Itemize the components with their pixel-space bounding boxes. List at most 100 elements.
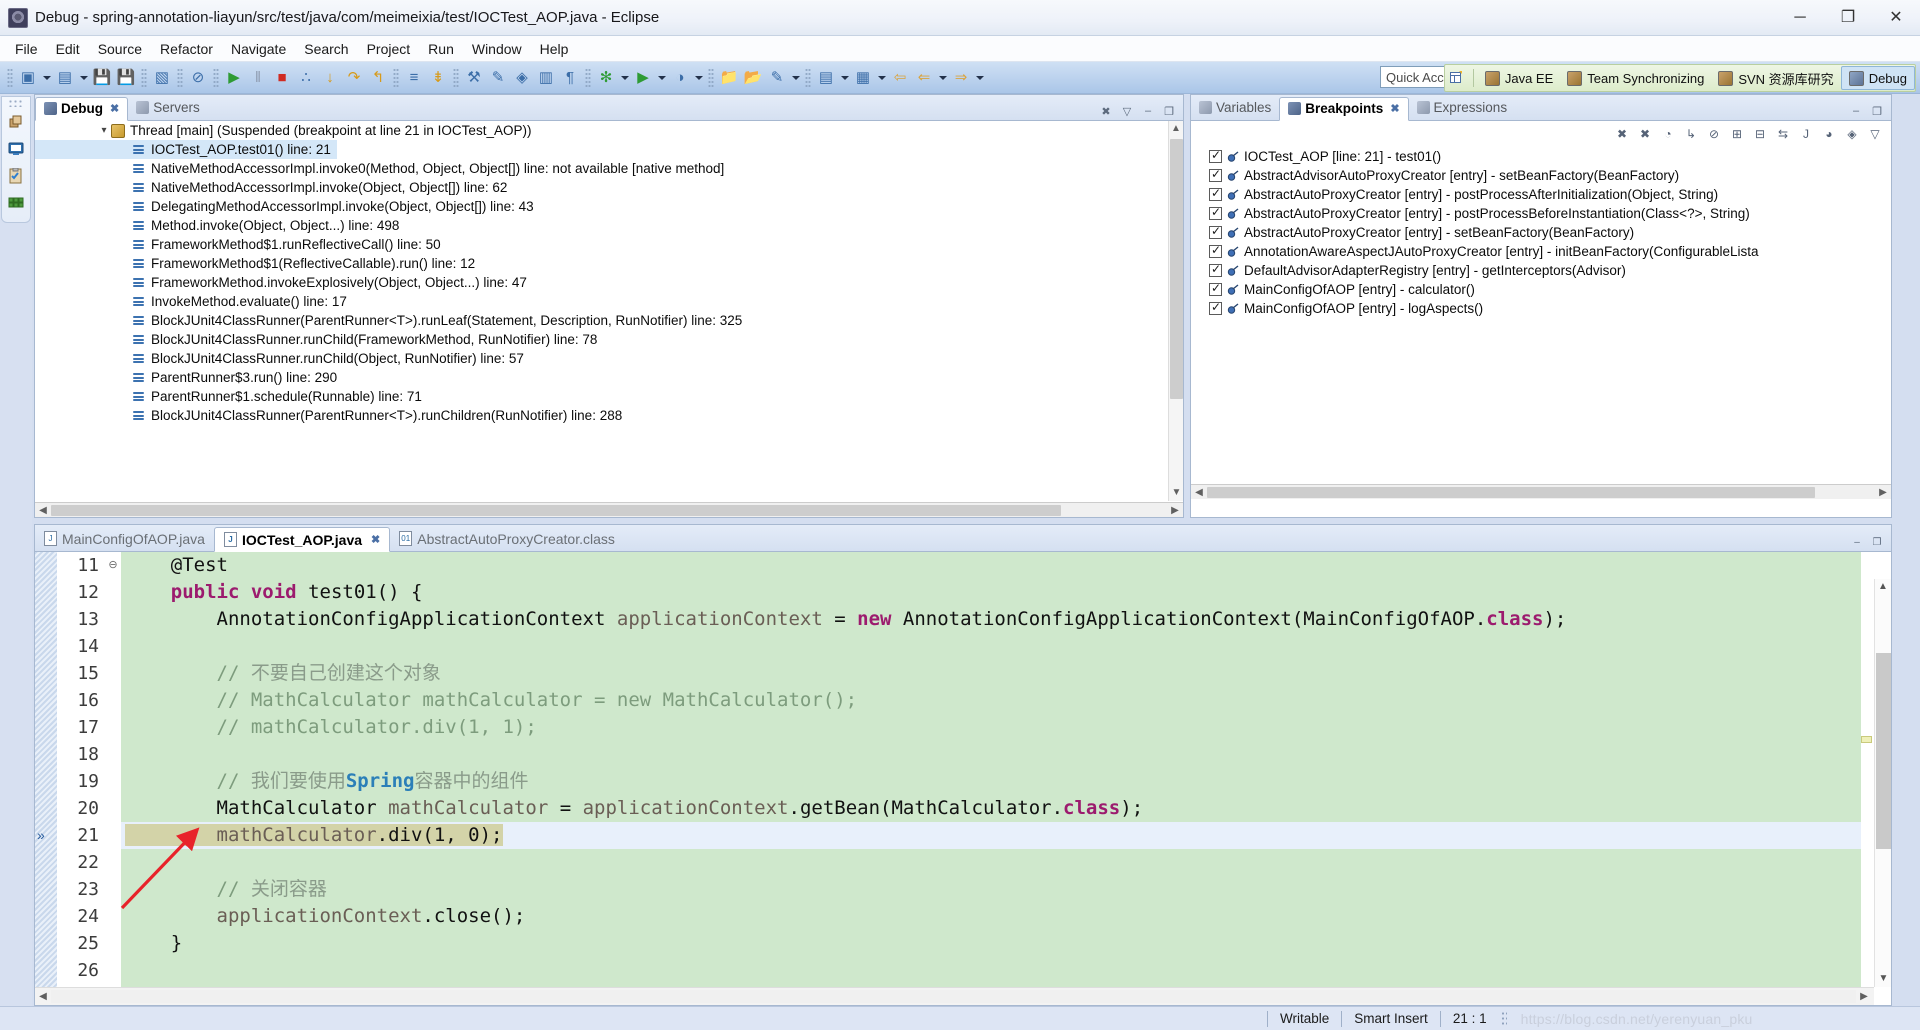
stack-frame-row[interactable]: DelegatingMethodAccessorImpl.invoke(Obje… xyxy=(35,197,1167,216)
minimize-icon[interactable]: – xyxy=(1848,533,1866,551)
menu-item-source[interactable]: Source xyxy=(89,38,151,60)
stack-frame-row[interactable]: Method.invoke(Object, Object...) line: 4… xyxy=(35,216,1167,235)
new-package-icon[interactable]: ◈ xyxy=(510,66,534,90)
editor-source-text[interactable]: @Test public void test01() { AnnotationC… xyxy=(121,552,1861,987)
scroll-left-arrow[interactable]: ◀ xyxy=(35,505,51,516)
breakpoint-types-icon[interactable]: ◈ xyxy=(1842,125,1862,143)
debug-stack-tree[interactable]: ▾ Thread [main] (Suspended (breakpoint a… xyxy=(35,121,1167,501)
breakpoint-row[interactable]: MainConfigOfAOP [entry] - logAspects() xyxy=(1191,299,1891,318)
menu-item-project[interactable]: Project xyxy=(358,38,420,60)
code-line[interactable] xyxy=(121,957,1861,984)
stack-frame-row[interactable]: BlockJUnit4ClassRunner.runChild(Framewor… xyxy=(35,330,1167,349)
debug-dropdown-arrow[interactable] xyxy=(618,66,631,90)
use-step-filters-icon[interactable]: ⇟ xyxy=(426,66,450,90)
breakpoint-row[interactable]: AbstractAutoProxyCreator [entry] - postP… xyxy=(1191,185,1891,204)
breakpoint-checkbox[interactable] xyxy=(1209,167,1222,182)
breakpoint-checkbox[interactable] xyxy=(1209,186,1222,201)
code-line[interactable]: @Test xyxy=(121,552,1861,579)
code-line[interactable]: // MathCalculator mathCalculator = new M… xyxy=(121,687,1861,714)
scroll-down-arrow[interactable]: ▼ xyxy=(1875,971,1891,987)
new-java-class-icon[interactable]: ▤ xyxy=(53,66,77,90)
open-task-icon[interactable]: ¶ xyxy=(558,66,582,90)
breakpoint-row[interactable]: IOCTest_AOP [line: 21] - test01() xyxy=(1191,147,1891,166)
drop-to-frame-icon[interactable]: ≡ xyxy=(402,66,426,90)
fold-toggle[interactable] xyxy=(105,957,121,984)
run-icon[interactable]: ▶ xyxy=(631,66,655,90)
previous-annotation-icon[interactable]: ▤ xyxy=(814,66,838,90)
chevron-down-icon[interactable]: ▾ xyxy=(97,125,111,136)
view-menu-icon[interactable]: ▽ xyxy=(1118,102,1136,120)
menu-item-help[interactable]: Help xyxy=(531,38,578,60)
minimize-button[interactable]: ─ xyxy=(1776,0,1824,36)
toolbar-grip[interactable] xyxy=(393,67,399,88)
breakpoint-row[interactable]: AbstractAdvisorAutoProxyCreator [entry] … xyxy=(1191,166,1891,185)
stack-frame-row[interactable]: BlockJUnit4ClassRunner(ParentRunner<T>).… xyxy=(35,406,1167,425)
fold-toggle[interactable] xyxy=(105,714,121,741)
toolbar-grip[interactable] xyxy=(141,67,147,88)
new-annotation-icon[interactable]: ✎ xyxy=(486,66,510,90)
toolbar-grip[interactable] xyxy=(585,67,591,88)
code-line[interactable] xyxy=(121,633,1861,660)
close-icon[interactable]: ✖ xyxy=(371,533,380,546)
stack-frame-row[interactable]: BlockJUnit4ClassRunner.runChild(Object, … xyxy=(35,349,1167,368)
code-line[interactable]: MathCalculator mathCalculator = applicat… xyxy=(121,795,1861,822)
status-grip[interactable] xyxy=(1500,1010,1507,1027)
code-line[interactable] xyxy=(121,849,1861,876)
tab-variables[interactable]: Variables xyxy=(1191,96,1279,120)
new-dropdown-arrow[interactable] xyxy=(40,66,53,90)
show-breakpoints-supported-icon[interactable]: ◔ xyxy=(1658,125,1678,143)
coverage-icon[interactable]: ◑ xyxy=(668,66,692,90)
code-line[interactable]: // mathCalculator.div(1, 1); xyxy=(121,714,1861,741)
editor-tab-mainconfigofaop-java[interactable]: J MainConfigOfAOP.java xyxy=(35,526,214,551)
fold-toggle[interactable] xyxy=(105,768,121,795)
pencil-dropdown-arrow[interactable] xyxy=(789,66,802,90)
scroll-down-arrow[interactable]: ▼ xyxy=(1169,485,1184,501)
resume-icon[interactable]: ▶ xyxy=(222,66,246,90)
editor-code-area[interactable]: » 11 12 13 14 15 16 17 18 19 20 21 22 23 24 25 26 ⊖ @Te… xyxy=(35,552,1891,1005)
horizontal-scroll-thumb[interactable] xyxy=(51,504,1061,516)
fold-toggle[interactable] xyxy=(105,822,121,849)
tab-servers[interactable]: Servers xyxy=(128,96,208,120)
toolbar-grip[interactable] xyxy=(708,67,714,88)
editor-tab-abstractautoproxycreator-class[interactable]: 01 AbstractAutoProxyCreator.class xyxy=(390,526,624,551)
menu-item-search[interactable]: Search xyxy=(295,38,357,60)
working-sets-icon[interactable]: ◕ xyxy=(1819,125,1839,143)
skip-all-breakpoints-icon[interactable]: ⊘ xyxy=(1704,125,1724,143)
servers-view-icon[interactable] xyxy=(5,191,27,215)
restore-icon[interactable] xyxy=(5,110,27,134)
menu-item-run[interactable]: Run xyxy=(419,38,463,60)
terminate-icon[interactable]: ■ xyxy=(270,66,294,90)
expand-all-icon[interactable]: ⊞ xyxy=(1727,125,1747,143)
previous-annotation-arrow[interactable] xyxy=(838,66,851,90)
perspective-svn-icon[interactable]: SVN 资源库研究 xyxy=(1711,66,1840,90)
maximize-icon[interactable]: ❐ xyxy=(1868,102,1886,120)
menu-item-navigate[interactable]: Navigate xyxy=(222,38,295,60)
close-button[interactable]: ✕ xyxy=(1872,0,1920,36)
code-line[interactable]: // 我们要使用Spring容器中的组件 xyxy=(121,768,1861,795)
breakpoint-row[interactable]: DefaultAdvisorAdapterRegistry [entry] - … xyxy=(1191,261,1891,280)
toolbar-grip[interactable] xyxy=(213,67,219,88)
breakpoint-checkbox[interactable] xyxy=(1209,281,1222,296)
scroll-right-arrow[interactable]: ▶ xyxy=(1167,505,1183,516)
hscroll-track[interactable] xyxy=(51,503,1167,517)
fold-toggle[interactable] xyxy=(105,579,121,606)
fold-toggle[interactable] xyxy=(105,687,121,714)
disconnect-icon[interactable]: ∴ xyxy=(294,66,318,90)
stack-frame-row[interactable]: FrameworkMethod$1(ReflectiveCallable).ru… xyxy=(35,254,1167,273)
step-into-icon[interactable]: ↓ xyxy=(318,66,342,90)
coverage-dropdown-arrow[interactable] xyxy=(692,66,705,90)
add-java-exception-breakpoint-icon[interactable]: J xyxy=(1796,125,1816,143)
back-dropdown-arrow[interactable] xyxy=(936,66,949,90)
fold-toggle[interactable] xyxy=(105,849,121,876)
fold-toggle[interactable] xyxy=(105,903,121,930)
breakpoint-checkbox[interactable] xyxy=(1209,205,1222,220)
minimize-icon[interactable]: – xyxy=(1847,102,1865,120)
scroll-up-arrow[interactable]: ▲ xyxy=(1169,121,1183,137)
overview-ruler-mark[interactable] xyxy=(1861,736,1872,743)
collapse-all-icon[interactable]: ⊟ xyxy=(1750,125,1770,143)
save-icon[interactable]: 💾 xyxy=(90,66,114,90)
suspend-icon[interactable]: ‖ xyxy=(246,66,270,90)
fold-toggle[interactable] xyxy=(105,795,121,822)
vertical-scroll-thumb[interactable] xyxy=(1876,653,1891,849)
stack-frame-row[interactable]: ParentRunner$1.schedule(Runnable) line: … xyxy=(35,387,1167,406)
